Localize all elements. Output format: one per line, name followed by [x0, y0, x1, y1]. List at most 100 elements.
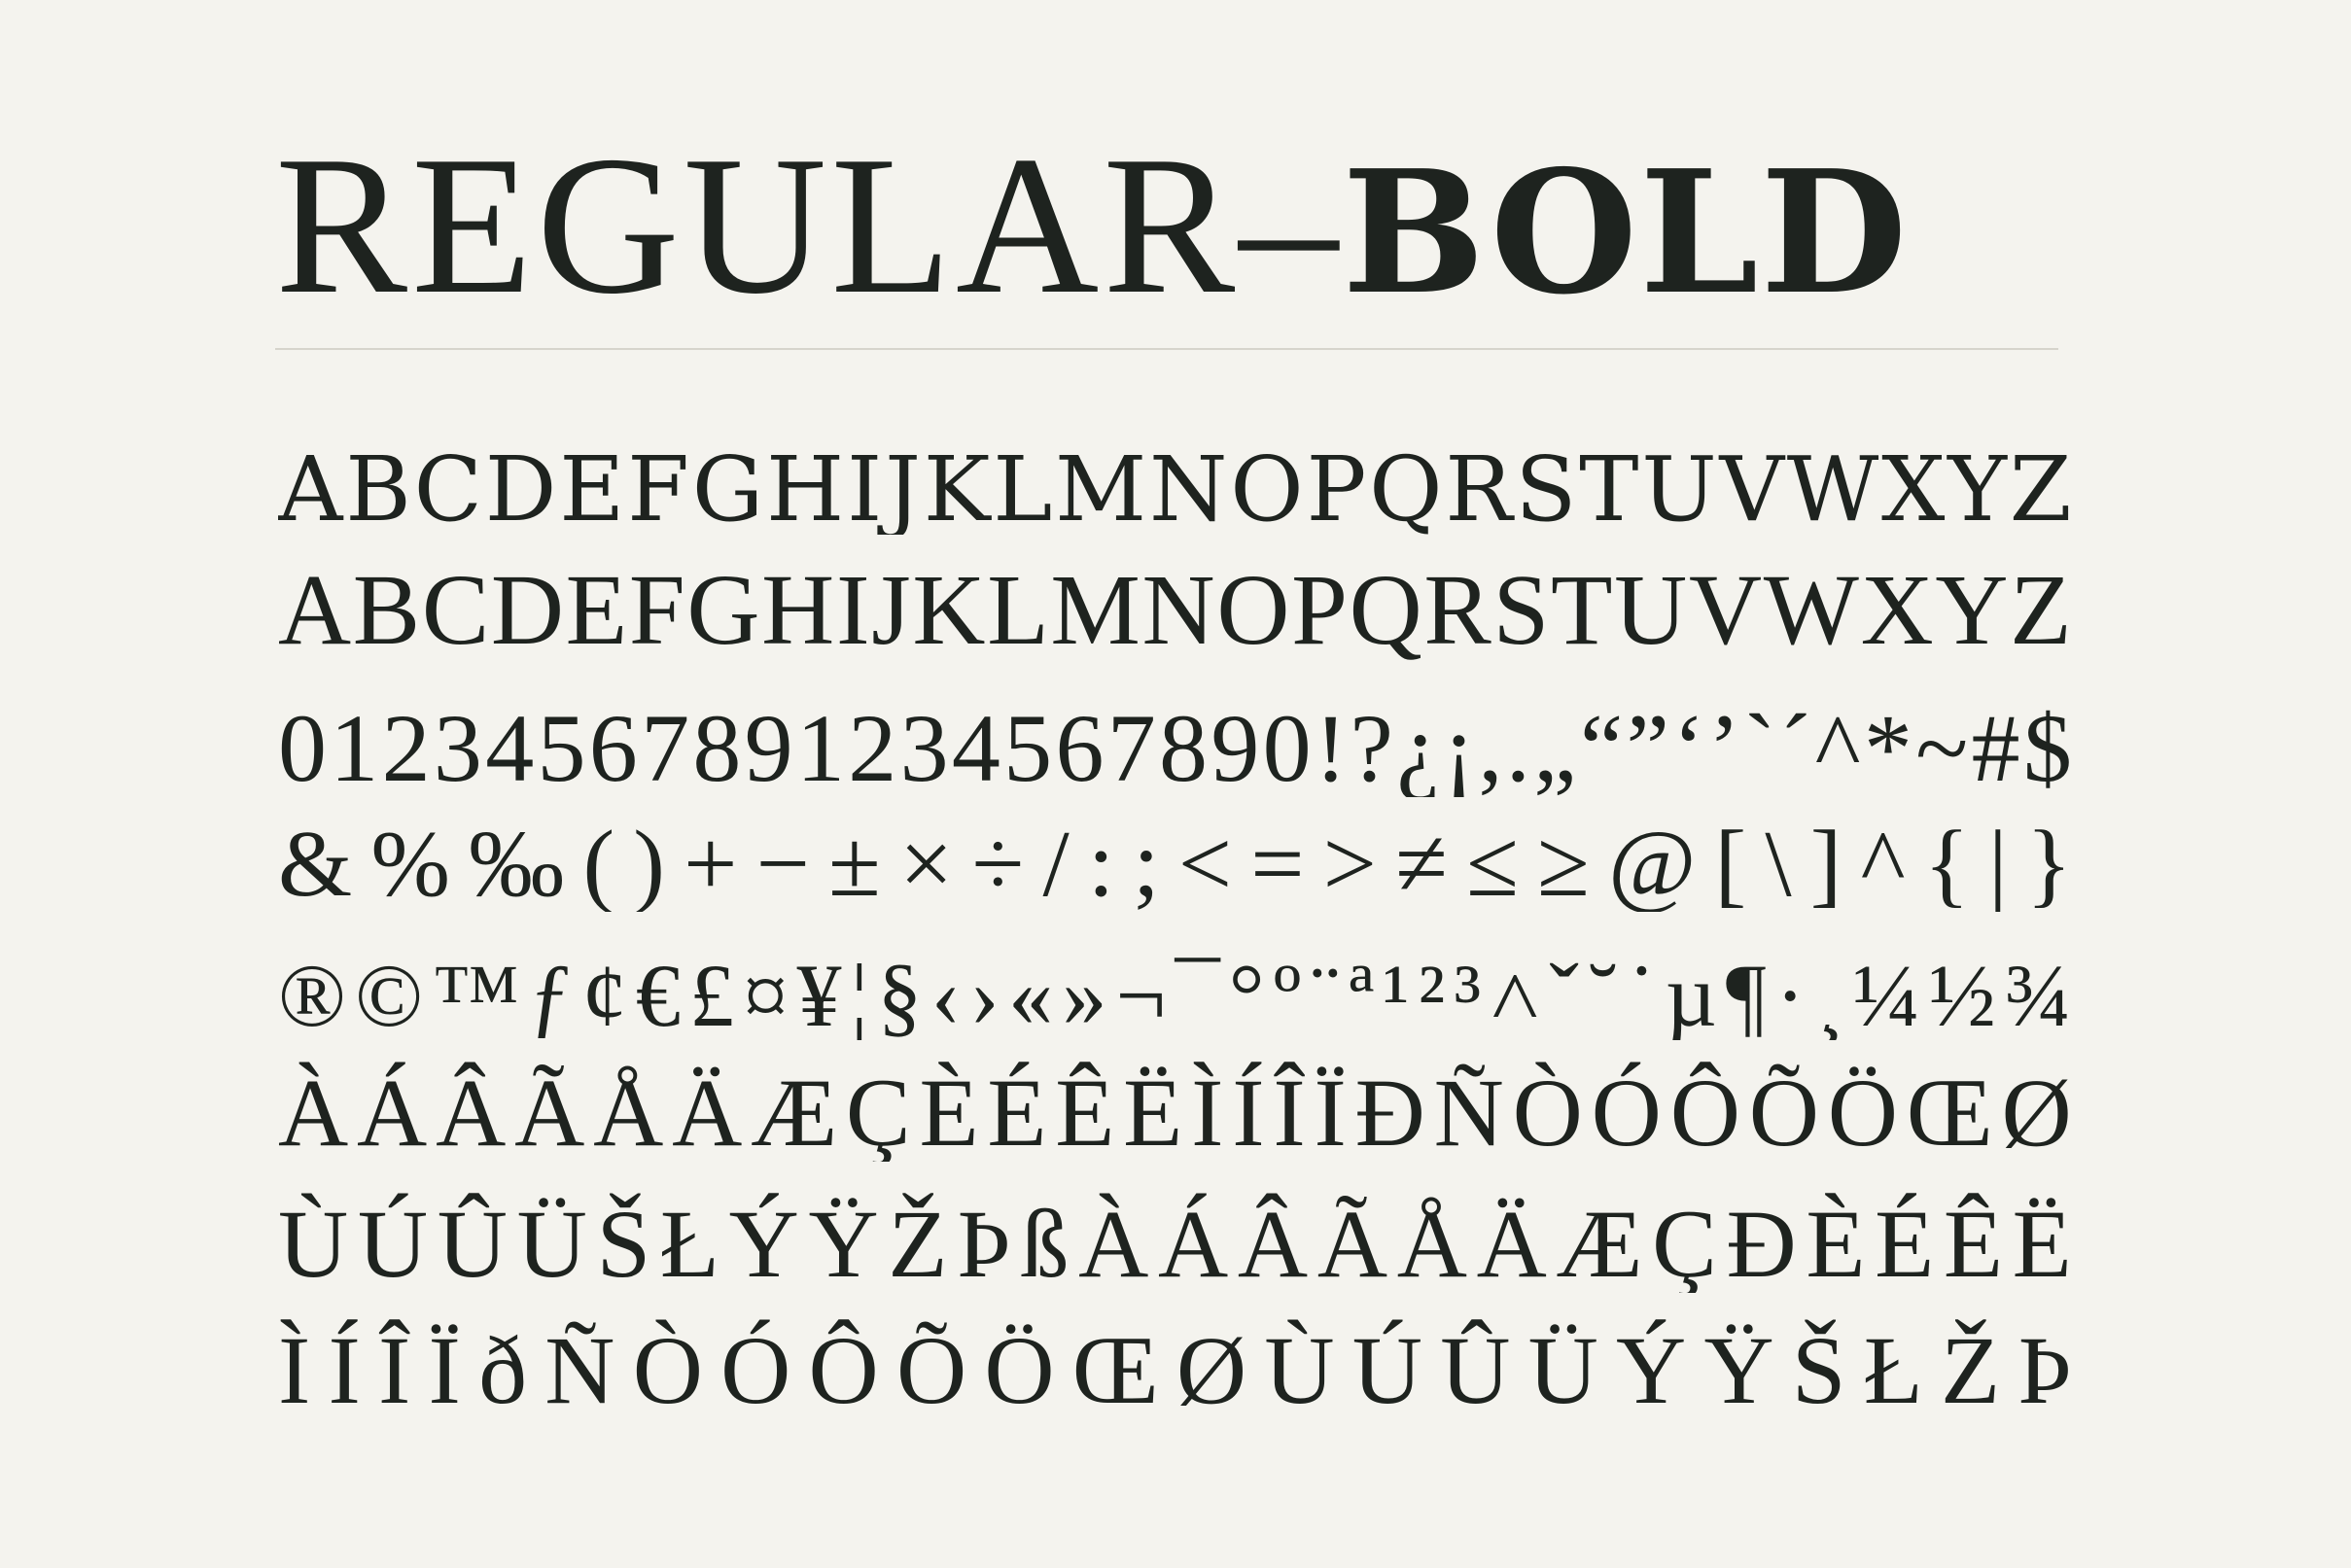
glyph: « — [1008, 946, 1054, 1040]
glyph: Å — [1396, 1190, 1467, 1293]
glyph: L — [993, 437, 1053, 535]
glyph: Ã — [514, 1059, 585, 1162]
glyph: ( — [582, 812, 615, 912]
glyph: Ð — [1354, 1059, 1425, 1162]
glyph: 6 — [1055, 694, 1105, 797]
glyph: Ó — [1591, 1059, 1662, 1162]
glyph: ð — [478, 1316, 528, 1419]
glyph: V — [1719, 437, 1784, 535]
glyph: ® — [278, 946, 346, 1040]
glyph: J — [885, 437, 921, 535]
glyph: P — [1291, 554, 1348, 661]
glyph: Ÿ — [808, 1190, 879, 1293]
glyph: Ñ — [544, 1316, 615, 1419]
glyph: È — [919, 1059, 979, 1162]
glyph: I — [846, 437, 883, 535]
glyph: ˘ — [1588, 946, 1618, 1040]
glyph: Þ — [957, 1190, 1011, 1293]
glyph: 4 — [951, 694, 1000, 797]
glyph: I — [835, 554, 870, 661]
glyph: / — [1042, 812, 1070, 912]
glyph: ^ — [1860, 812, 1906, 912]
glyph: 8 — [1159, 694, 1209, 797]
glyph: = — [1250, 812, 1305, 912]
glyph: ] — [1809, 812, 1842, 912]
glyph: B — [345, 437, 411, 535]
glyph: S — [1515, 437, 1577, 535]
glyph: O — [1216, 554, 1290, 661]
glyph: À — [1078, 1190, 1149, 1293]
glyph: : — [1087, 812, 1115, 912]
glyph: Ž — [1941, 1316, 2001, 1419]
glyph: ³ — [1454, 946, 1482, 1040]
glyph: Ø — [1176, 1316, 1247, 1419]
glyph: Í — [328, 1316, 361, 1419]
glyph: Ã — [1316, 1190, 1388, 1293]
glyph: Ú — [357, 1190, 429, 1293]
glyph: T — [1579, 437, 1639, 535]
glyph: Œ — [1071, 1316, 1159, 1419]
glyph: H — [761, 554, 835, 661]
glyph: º — [1273, 946, 1302, 1040]
glyph: Á — [357, 1059, 428, 1162]
glyph: ¶ — [1725, 946, 1767, 1040]
glyph: ¥ — [796, 946, 842, 1040]
glyph: X — [1881, 437, 1946, 535]
glyph: ¦ — [850, 946, 869, 1040]
glyph: T — [1550, 554, 1613, 661]
glyph: 1 — [795, 694, 845, 797]
glyph: 0 — [278, 694, 327, 797]
glyph: 7 — [641, 694, 690, 797]
glyph: ¾ — [2004, 946, 2072, 1040]
glyph: Ê — [1943, 1190, 2003, 1293]
glyph: 9 — [744, 694, 793, 797]
glyph: Ý — [1616, 1316, 1687, 1419]
glyph: ” — [1626, 694, 1669, 797]
glyph-row-accented-2: ÙÚÛÜŠŁÝŸŽÞßÀÁÂÃÅÄÆÇĐÈÉÊË — [278, 1171, 2072, 1293]
glyph: ´ — [1779, 694, 1812, 797]
glyph: ¼ — [1852, 946, 1920, 1040]
glyph-row-accented-1: ÀÁÂÃÅÄÆÇÈÉÊËÌÍÎÏÐÑÒÓÔÕÖŒØ — [278, 1045, 2072, 1162]
glyph: \ — [1765, 812, 1792, 912]
glyph: ^ — [1814, 694, 1861, 797]
glyph: W — [1786, 437, 1879, 535]
glyph: O — [1230, 437, 1304, 535]
glyph: E — [559, 437, 625, 535]
title-divider — [275, 348, 2058, 350]
glyph: ¯ — [1175, 946, 1220, 1040]
glyph: Ô — [1669, 1059, 1740, 1162]
glyph: K — [912, 554, 986, 661]
glyph: Y — [1935, 554, 2009, 661]
glyph: ˄ — [1490, 946, 1541, 1040]
glyph: X — [1860, 554, 1934, 661]
glyph: ` — [1743, 694, 1776, 797]
glyph: $ — [2022, 694, 2072, 797]
glyph: Œ — [1906, 1059, 1993, 1162]
glyph: Â — [436, 1059, 507, 1162]
glyph: 8 — [692, 694, 742, 797]
glyph: Ó — [720, 1316, 791, 1419]
glyph: ¤ — [743, 946, 789, 1040]
glyph: ~ — [1915, 694, 1969, 797]
glyph: Ì — [1191, 1059, 1224, 1162]
glyph: Â — [1237, 1190, 1309, 1293]
glyph: F — [627, 437, 689, 535]
glyph: · — [1774, 946, 1806, 1040]
glyph: ¢ — [581, 946, 627, 1040]
glyph: ¬ — [1115, 946, 1167, 1040]
glyph: ˙ — [1626, 946, 1657, 1040]
glyph: D — [490, 554, 564, 661]
glyph: J — [871, 554, 911, 661]
glyph: Ç — [1652, 1190, 1717, 1293]
glyph: ± — [828, 812, 881, 912]
glyph: ‰ — [469, 812, 565, 912]
glyph: Ž — [888, 1190, 948, 1293]
glyph: ≠ — [1395, 812, 1448, 912]
glyph-row-symbols-currency: ® © ™ ƒ ¢ € £ ¤ ¥ ¦ § ‹ › «» ¬ ¯ ° º ¨ ª ¹ ² ³ ˄ ˇ ˘ ˙ µ ¶ · ¸ ¼ ½ ¾ — [278, 914, 2072, 1040]
glyph: Ÿ — [1703, 1316, 1774, 1419]
glyph: Ü — [1527, 1316, 1598, 1419]
glyph: * — [1863, 694, 1912, 797]
glyph: × — [899, 812, 954, 912]
glyph: Ö — [1827, 1059, 1898, 1162]
glyph: Ï — [428, 1316, 461, 1419]
